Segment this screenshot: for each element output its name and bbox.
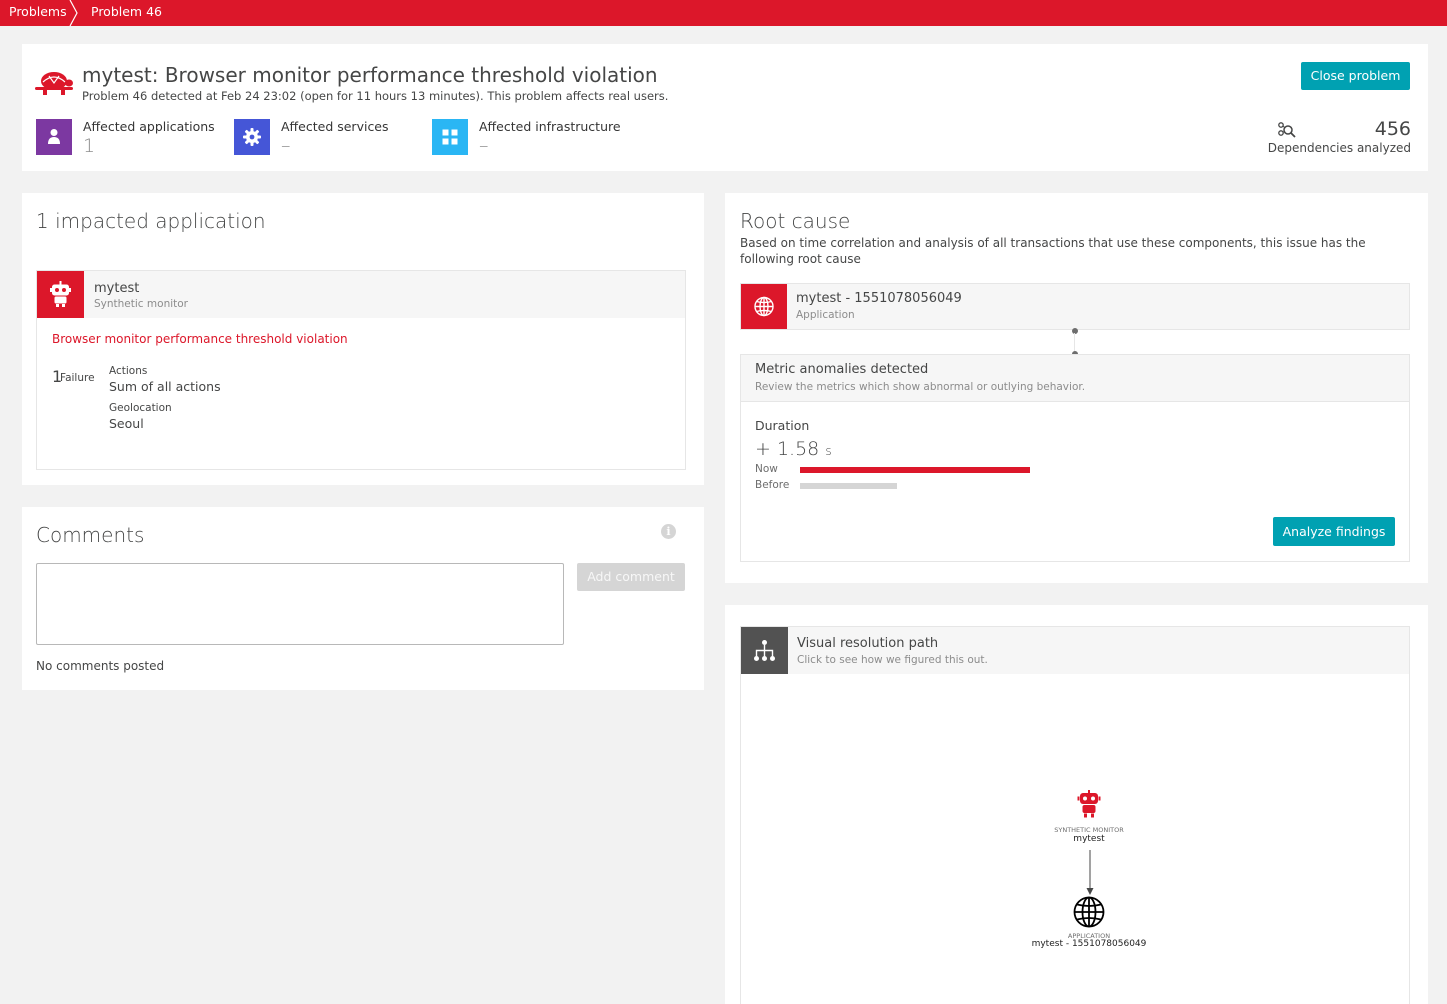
resolution-path-box[interactable]: Visual resolution path Click to see how …	[740, 626, 1410, 1004]
impacted-app-header[interactable]: mytest Synthetic monitor	[37, 271, 685, 318]
info-icon[interactable]: i	[661, 524, 676, 539]
problem-header: mytest: Browser monitor performance thre…	[22, 44, 1428, 171]
impacted-entity-type: Synthetic monitor	[94, 298, 188, 310]
hierarchy-icon	[741, 627, 788, 674]
now-bar	[800, 467, 1160, 473]
comments-title: Comments	[36, 523, 145, 547]
problem-subtitle: Problem 46 detected at Feb 24 23:02 (ope…	[82, 89, 669, 103]
synthetic-monitor-node-icon[interactable]	[1074, 790, 1104, 820]
affected-infrastructure-label: Affected infrastructure	[479, 119, 621, 134]
root-cause-entity[interactable]: mytest - 1551078056049 Application	[740, 283, 1410, 330]
metric-anomalies-box: Metric anomalies detected Review the met…	[740, 354, 1410, 562]
robot-icon	[37, 271, 84, 318]
metric-anomalies-header: Metric anomalies detected Review the met…	[741, 355, 1409, 402]
metric-delta: + 1.58	[755, 438, 820, 460]
affected-infrastructure-value: –	[479, 135, 489, 157]
connector-line	[1074, 333, 1075, 353]
before-bar	[800, 483, 1160, 489]
visual-resolution-path-card: Visual resolution path Click to see how …	[725, 605, 1428, 1004]
failure-label: Failure	[60, 372, 95, 384]
before-bar-fill	[800, 483, 898, 489]
geolocation-key: Geolocation	[109, 402, 172, 414]
affected-applications[interactable]: Affected applications 1	[36, 119, 226, 157]
dependencies-count: 456	[1374, 118, 1411, 140]
page-title: mytest: Browser monitor performance thre…	[82, 63, 658, 87]
connector-dot-top	[1072, 328, 1078, 334]
breadcrumb-problem-46[interactable]: Problem 46	[91, 0, 162, 26]
affected-infrastructure[interactable]: Affected infrastructure –	[432, 119, 632, 157]
geolocation-value: Seoul	[109, 416, 144, 431]
root-cause-title: Root cause	[740, 209, 851, 233]
comments-card: Comments i Add comment No comments poste…	[22, 507, 704, 690]
node1-name: mytest	[1073, 834, 1105, 844]
breadcrumb-problems[interactable]: Problems	[9, 0, 67, 26]
comment-input[interactable]	[36, 563, 564, 645]
resolution-path-title: Visual resolution path	[797, 636, 939, 651]
dependencies-icon	[1278, 122, 1296, 138]
root-cause-entity-name[interactable]: mytest - 1551078056049	[796, 291, 962, 306]
impacted-entity-name[interactable]: mytest	[94, 281, 139, 296]
affected-applications-value: 1	[83, 135, 96, 157]
arrow-down-icon	[1086, 850, 1094, 895]
node1-type: SYNTHETIC MONITOR	[1054, 826, 1124, 834]
affected-services[interactable]: Affected services –	[234, 119, 424, 157]
breadcrumb: Problems Problem 46	[0, 0, 1447, 26]
gear-icon	[234, 119, 270, 155]
affected-services-value: –	[281, 135, 291, 157]
dependencies-label: Dependencies analyzed	[1267, 141, 1411, 155]
resolution-path-header[interactable]: Visual resolution path Click to see how …	[741, 627, 1409, 674]
add-comment-button[interactable]: Add comment	[577, 563, 685, 591]
globe-icon	[741, 284, 787, 329]
turtle-icon	[35, 72, 73, 95]
metric-anomalies-title: Metric anomalies detected	[755, 362, 929, 377]
before-label: Before	[755, 479, 790, 491]
actions-value: Sum of all actions	[109, 379, 221, 394]
analyze-findings-button[interactable]: Analyze findings	[1273, 517, 1395, 546]
root-cause-entity-type: Application	[796, 309, 855, 321]
affected-applications-label: Affected applications	[83, 119, 215, 134]
metric-name: Duration	[755, 418, 810, 433]
root-cause-description: Based on time correlation and analysis o…	[740, 236, 1366, 266]
root-cause-card: Root cause Based on time correlation and…	[725, 193, 1428, 583]
resolution-path-subtitle: Click to see how we figured this out.	[797, 654, 988, 666]
breadcrumb-separator-icon	[69, 0, 78, 26]
metric-anomalies-subtitle: Review the metrics which show abnormal o…	[755, 381, 1086, 393]
no-comments-text: No comments posted	[36, 659, 165, 673]
impacted-app-item[interactable]: mytest Synthetic monitor Browser monitor…	[36, 270, 686, 470]
now-bar-fill	[800, 467, 1031, 473]
impacted-applications-card: 1 impacted application mytest Synthetic …	[22, 193, 704, 485]
infrastructure-icon	[432, 119, 468, 155]
application-node-globe-icon[interactable]	[1072, 895, 1106, 929]
affected-services-label: Affected services	[281, 119, 389, 134]
node2-name: mytest - 1551078056049	[1031, 939, 1147, 949]
metric-unit: s	[825, 444, 832, 458]
now-label: Now	[755, 463, 778, 475]
user-icon	[36, 119, 72, 155]
metric-value: + 1.58 s	[755, 438, 832, 460]
impacted-title: 1 impacted application	[36, 209, 266, 233]
violation-text: Browser monitor performance threshold vi…	[52, 332, 348, 346]
actions-key: Actions	[109, 365, 148, 377]
close-problem-button[interactable]: Close problem	[1301, 62, 1410, 90]
